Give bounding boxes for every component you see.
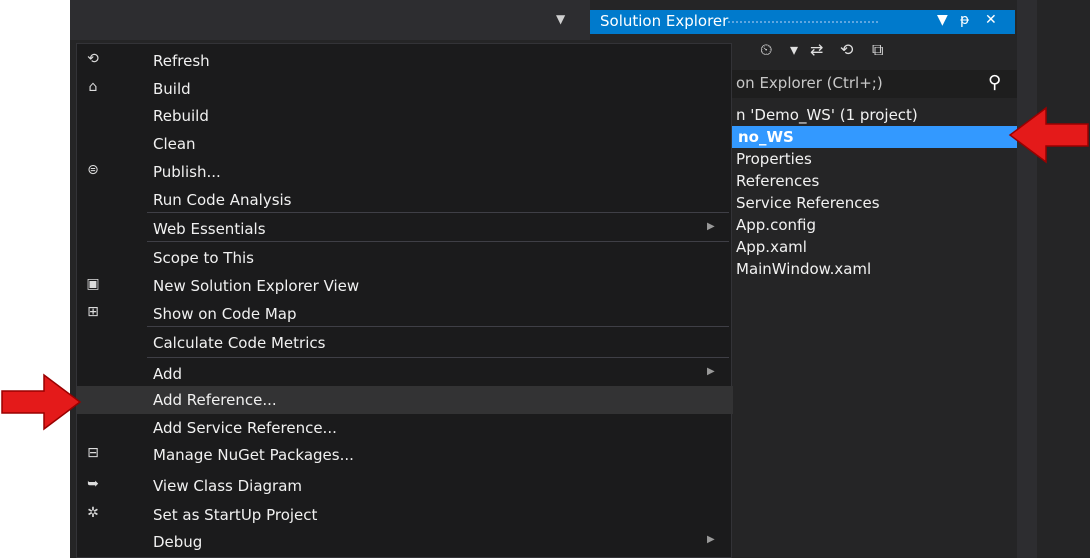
menu-item-label: Set as StartUp Project: [153, 506, 318, 524]
right-dock-strip: [1017, 0, 1037, 558]
tree-node[interactable]: App.config: [730, 214, 1020, 236]
editor-tab-bar: ▼: [70, 0, 590, 40]
dropdown-icon[interactable]: ▾: [790, 40, 798, 59]
menu-item-set-as-startup-project[interactable]: ✲ Set as StartUp Project: [77, 501, 733, 529]
class-diagram-icon: ➥: [87, 476, 99, 492]
code-map-icon: ⊞: [87, 304, 99, 320]
new-view-icon: ▣: [86, 276, 100, 292]
menu-item-label: Add: [153, 365, 183, 383]
menu-item-show-on-code-map[interactable]: ⊞ Show on Code Map: [77, 300, 733, 328]
menu-item-calculate-code-metrics[interactable]: Calculate Code Metrics: [77, 329, 733, 357]
menu-item-publish[interactable]: ⊜ Publish...: [77, 158, 733, 186]
menu-item-rebuild[interactable]: Rebuild: [77, 102, 733, 130]
menu-item-label: View Class Diagram: [153, 477, 302, 495]
submenu-arrow-icon: ▶: [707, 534, 715, 545]
menu-item-label: Publish...: [153, 163, 221, 181]
menu-item-label: Clean: [153, 135, 196, 153]
menu-item-debug[interactable]: Debug ▶: [77, 528, 733, 556]
tree-node[interactable]: no_WS: [730, 126, 1020, 148]
refresh-icon[interactable]: ⟲: [840, 40, 853, 59]
annotation-arrow-right: [1, 373, 82, 431]
solution-explorer-header: Solution Explorer ▼ ᵽ ✕: [590, 10, 1015, 34]
build-icon: ⌂: [88, 79, 98, 95]
menu-item-label: Manage NuGet Packages...: [153, 446, 354, 464]
solution-explorer-title: Solution Explorer: [600, 12, 729, 30]
publish-icon: ⊜: [87, 162, 99, 178]
solution-explorer-toolbar: ⏲ ▾ ⇄ ⟲ ⧉: [730, 40, 1030, 66]
close-icon[interactable]: ✕: [985, 12, 997, 28]
menu-item-add-reference[interactable]: Add Reference...: [77, 386, 733, 414]
search-icon[interactable]: ⚲: [988, 72, 1001, 93]
refresh-icon: ⟲: [87, 51, 99, 67]
menu-item-view-class-diagram[interactable]: ➥ View Class Diagram: [77, 472, 733, 500]
context-menu: ⟲ Refresh ⌂ Build Rebuild Clean ⊜ Publish... Run…: [76, 43, 733, 558]
tree-node[interactable]: n 'Demo_WS' (1 project): [730, 104, 1020, 126]
menu-item-label: Run Code Analysis: [153, 191, 292, 209]
annotation-arrow-left: [1008, 106, 1089, 164]
menu-item-run-code-analysis[interactable]: Run Code Analysis: [77, 186, 733, 214]
submenu-arrow-icon: ▶: [707, 221, 715, 232]
tree-node[interactable]: References: [730, 170, 1020, 192]
history-icon[interactable]: ⏲: [760, 40, 772, 60]
submenu-arrow-icon: ▶: [707, 366, 715, 377]
menu-item-label: Scope to This: [153, 249, 254, 267]
solution-explorer-search[interactable]: on Explorer (Ctrl+;) ⚲: [730, 70, 1020, 98]
collapse-all-icon[interactable]: ⧉: [872, 40, 883, 60]
tab-dropdown-icon[interactable]: ▼: [556, 12, 565, 26]
menu-item-label: Refresh: [153, 52, 210, 70]
menu-item-new-solution-explorer-view[interactable]: ▣ New Solution Explorer View: [77, 272, 733, 300]
tree-node[interactable]: Service References: [730, 192, 1020, 214]
menu-item-label: Add Service Reference...: [153, 419, 337, 437]
solution-tree: n 'Demo_WS' (1 project) no_WS Properties Re…: [730, 104, 1020, 280]
sync-icon[interactable]: ⇄: [810, 40, 823, 59]
menu-item-refresh[interactable]: ⟲ Refresh: [77, 47, 733, 75]
menu-item-label: Add Reference...: [153, 391, 277, 409]
window-position-dropdown-icon[interactable]: ▼: [937, 12, 948, 28]
menu-item-label: Debug: [153, 533, 203, 551]
tree-node[interactable]: MainWindow.xaml: [730, 258, 1020, 280]
menu-item-label: Show on Code Map: [153, 305, 297, 323]
menu-separator: [147, 357, 729, 358]
menu-item-label: Build: [153, 80, 191, 98]
nuget-icon: ⊟: [87, 445, 99, 461]
menu-item-scope-to-this[interactable]: Scope to This: [77, 244, 733, 272]
menu-item-add-service-reference[interactable]: Add Service Reference...: [77, 414, 733, 442]
menu-item-label: Web Essentials: [153, 220, 266, 238]
search-placeholder: on Explorer (Ctrl+;): [736, 74, 883, 92]
menu-item-manage-nuget-packages[interactable]: ⊟ Manage NuGet Packages...: [77, 441, 733, 469]
header-drag-grip[interactable]: [728, 21, 878, 23]
menu-item-add[interactable]: Add ▶: [77, 360, 733, 388]
menu-item-clean[interactable]: Clean: [77, 130, 733, 158]
tree-node[interactable]: Properties: [730, 148, 1020, 170]
tree-node[interactable]: App.xaml: [730, 236, 1020, 258]
menu-item-label: New Solution Explorer View: [153, 277, 360, 295]
pin-icon[interactable]: ᵽ: [960, 12, 969, 28]
menu-item-build[interactable]: ⌂ Build: [77, 75, 733, 103]
menu-item-label: Calculate Code Metrics: [153, 334, 326, 352]
menu-item-label: Rebuild: [153, 107, 209, 125]
menu-item-web-essentials[interactable]: Web Essentials ▶: [77, 215, 733, 243]
gear-icon: ✲: [87, 505, 99, 521]
